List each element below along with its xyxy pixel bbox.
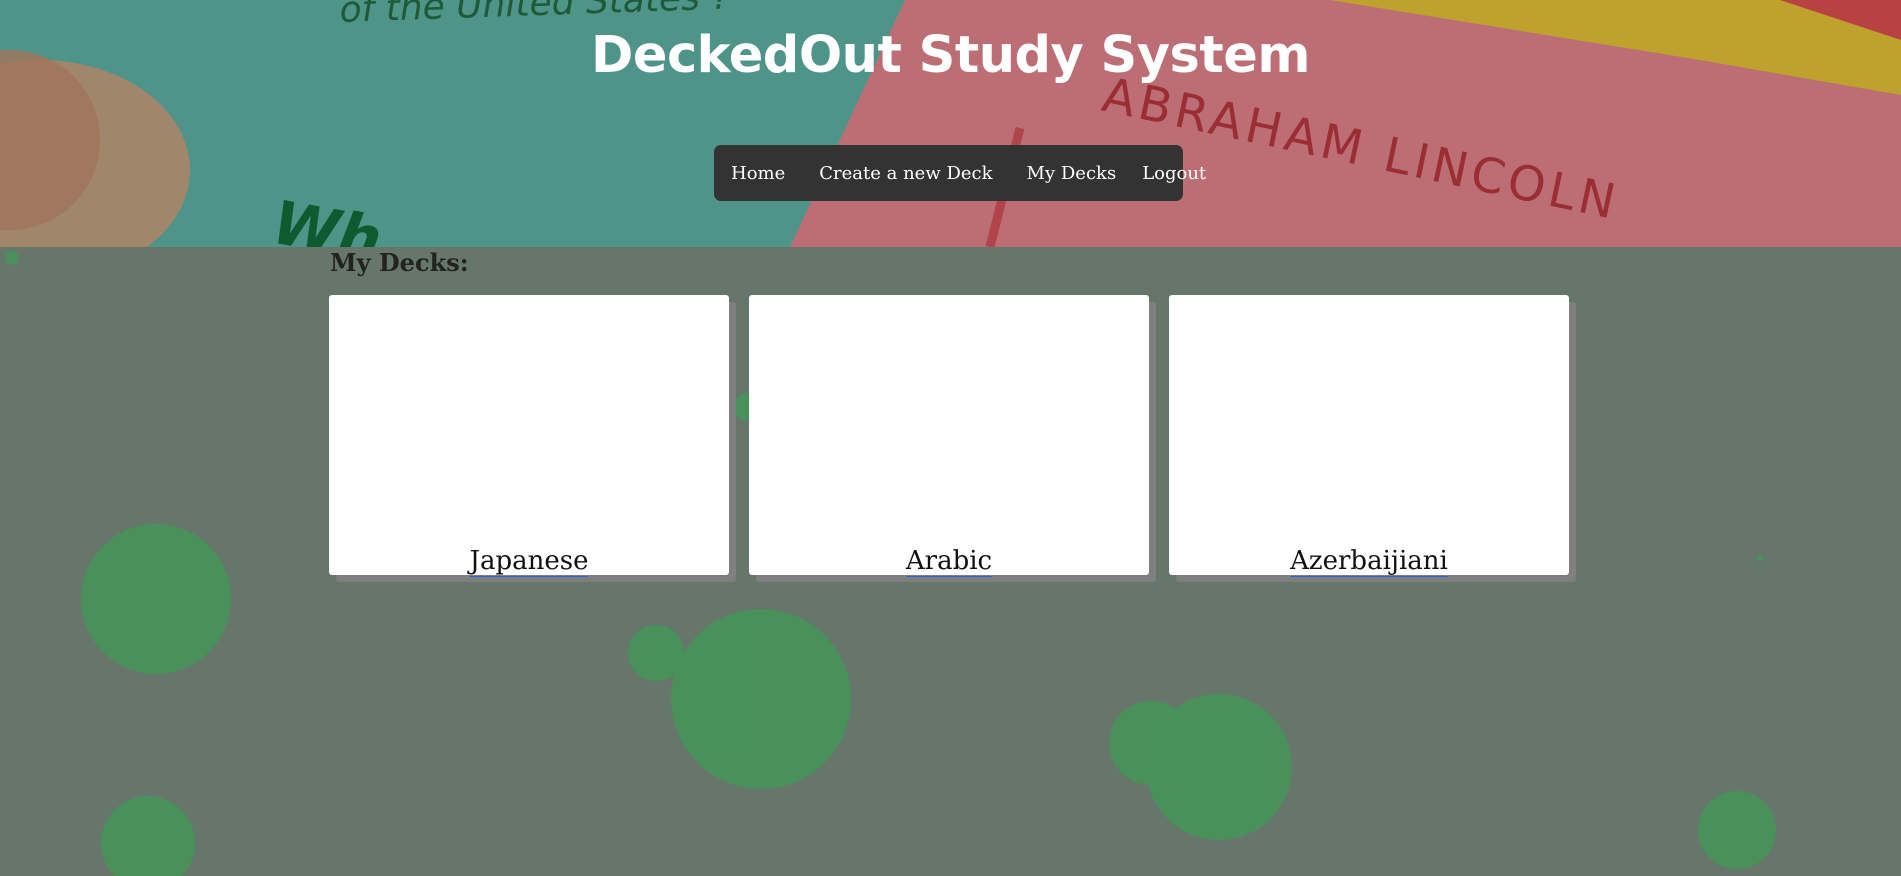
- deck-name-link[interactable]: Japanese: [469, 546, 589, 578]
- site-title: DeckedOut Study System: [591, 26, 1310, 85]
- bubble: [81, 524, 231, 674]
- nav-my-decks-link[interactable]: My Decks: [1027, 163, 1117, 184]
- bubble: [1698, 791, 1776, 869]
- bubble: [1146, 694, 1292, 840]
- nav-create-deck-link[interactable]: Create a new Deck: [819, 163, 992, 184]
- nav-logout-link[interactable]: Logout: [1142, 163, 1206, 184]
- nav-home-link[interactable]: Home: [731, 163, 785, 184]
- deck-name-link[interactable]: Arabic: [905, 546, 993, 578]
- bubble: [101, 796, 195, 876]
- deck-card-arabic[interactable]: Arabic: [749, 295, 1149, 578]
- bubble: [1757, 555, 1763, 561]
- deck-name-link[interactable]: Azerbaijiani: [1290, 546, 1448, 578]
- deck-grid: Japanese Arabic Azerbaijiani: [329, 295, 1569, 578]
- bubble: [671, 609, 851, 789]
- my-decks-heading: My Decks:: [330, 248, 469, 277]
- bubble: [5, 251, 19, 265]
- main-navbar: Home Create a new Deck My Decks Logout: [714, 145, 1206, 201]
- deck-card-azerbaijiani[interactable]: Azerbaijiani: [1169, 295, 1569, 578]
- hero-banner: of the United States ? ABRAHAM LINCOLN W…: [0, 0, 1901, 247]
- deck-card-japanese[interactable]: Japanese: [329, 295, 729, 578]
